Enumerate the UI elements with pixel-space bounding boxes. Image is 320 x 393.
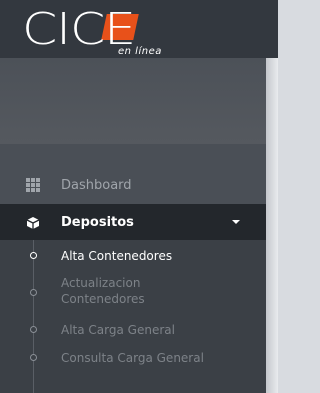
app-frame: CICE en línea Dashboard Depositos Alta C…: [0, 0, 278, 393]
sidebar-item-label: Dashboard: [61, 177, 132, 193]
bullet-icon: [30, 354, 37, 361]
submenu-item-consulta-carga-general[interactable]: Consulta Carga General: [0, 348, 266, 368]
bullet-icon: [30, 252, 37, 259]
sidebar-item-depositos[interactable]: Depositos: [0, 204, 266, 240]
submenu-item-actualizacion-contenedores[interactable]: Actualizacion Contenedores: [0, 273, 266, 311]
depositos-submenu: Alta Contenedores Actualizacion Contened…: [0, 240, 266, 393]
submenu-item-label: Alta Carga General: [61, 323, 175, 337]
sidebar: Dashboard Depositos Alta Contenedores Ac…: [0, 58, 266, 393]
cube-icon: [26, 215, 40, 229]
sidebar-item-dashboard[interactable]: Dashboard: [0, 171, 266, 199]
bullet-icon: [30, 289, 37, 296]
submenu-item-label: Actualizacion Contenedores: [61, 276, 145, 306]
logo-tagline: en línea: [118, 46, 162, 57]
submenu-item-label: Consulta Carga General: [61, 351, 204, 365]
chevron-down-icon[interactable]: [232, 220, 240, 224]
sidebar-top-area: [0, 58, 266, 144]
header-bar: CICE en línea: [0, 0, 278, 58]
sidebar-item-label: Depositos: [61, 214, 134, 230]
brand-logo[interactable]: CICE en línea: [22, 8, 212, 58]
submenu-item-label: Alta Contenedores: [61, 249, 173, 263]
submenu-item-alta-contenedores[interactable]: Alta Contenedores: [0, 246, 266, 266]
content-edge: [266, 58, 278, 393]
grid-icon: [26, 178, 40, 192]
submenu-item-alta-carga-general[interactable]: Alta Carga General: [0, 320, 266, 340]
bullet-icon: [30, 326, 37, 333]
